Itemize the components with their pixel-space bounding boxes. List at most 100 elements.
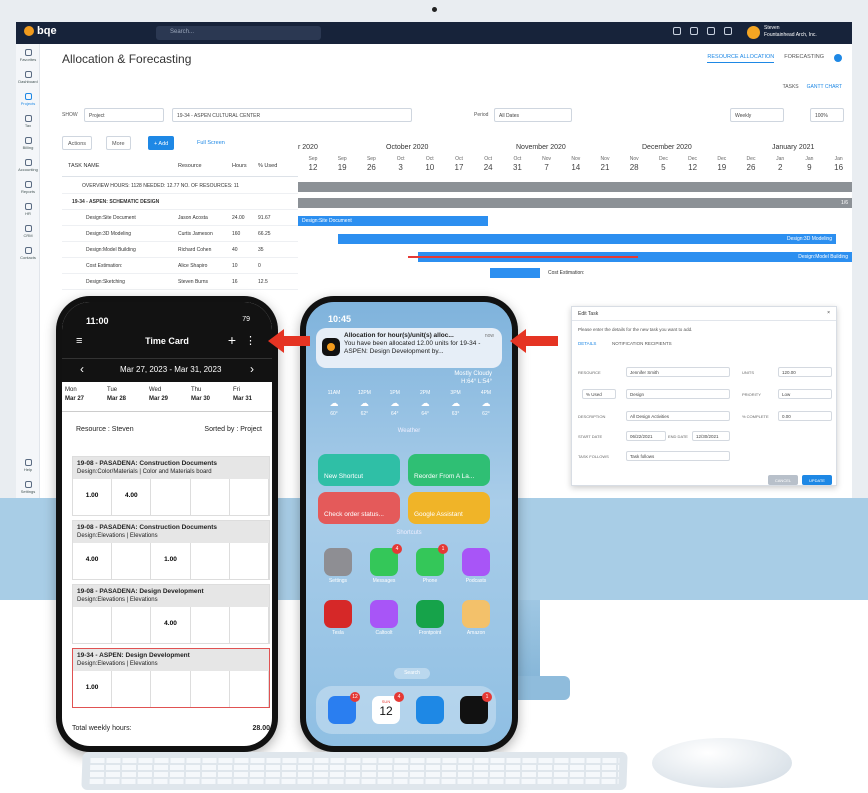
- fullscreen-button[interactable]: Full Screen: [192, 136, 230, 150]
- subtab-gantt[interactable]: GANTT CHART: [807, 84, 842, 90]
- table-row[interactable]: Design:Site Document Jason Acosta 24.00 91.…: [62, 210, 298, 226]
- share-icon[interactable]: [834, 54, 842, 62]
- table-row[interactable]: Design:Model Building Richard Cohen 40 35: [62, 242, 298, 258]
- timecard-entry[interactable]: 19-34 - ASPEN: Design Development Design:…: [72, 648, 270, 708]
- zoom-select[interactable]: 100%: [810, 108, 844, 122]
- cost-bar[interactable]: [490, 268, 540, 278]
- sidebar-item[interactable]: Billing: [16, 132, 40, 154]
- overview-bar[interactable]: [298, 182, 852, 192]
- sort-text[interactable]: Sorted by : Project: [204, 426, 262, 433]
- shortcut-tile[interactable]: New Shortcut: [318, 454, 400, 486]
- chat-icon[interactable]: [707, 27, 715, 35]
- subtab-tasks[interactable]: TASKS: [783, 84, 799, 90]
- shortcut-tile[interactable]: Check order status...: [318, 492, 400, 524]
- project-select[interactable]: 19-34 - ASPEN CULTURAL CENTER: [172, 108, 412, 122]
- close-icon[interactable]: ×: [827, 310, 830, 316]
- priority-select[interactable]: Low: [778, 389, 832, 399]
- period-select[interactable]: All Dates: [494, 108, 572, 122]
- more-button[interactable]: More: [106, 136, 131, 150]
- sidebar-item[interactable]: Contacts: [16, 242, 40, 264]
- overview-row[interactable]: OVERVIEW HOURS: 1128 NEEDED: 12.77 NO. O…: [62, 178, 298, 194]
- tab-notification-recipients[interactable]: NOTIFICATION RECIPIENTS: [612, 341, 672, 346]
- app-icon-frontpoint[interactable]: [416, 600, 444, 628]
- update-button[interactable]: UPDATE: [802, 475, 832, 485]
- prev-week-icon[interactable]: ‹: [80, 362, 84, 376]
- actions-button[interactable]: Actions: [62, 136, 93, 150]
- hours-cell[interactable]: [230, 543, 270, 579]
- sidebar-item[interactable]: Tax: [16, 110, 40, 132]
- hours-cell[interactable]: 4.00: [151, 607, 191, 643]
- hours-cell[interactable]: [191, 671, 230, 707]
- sidebar-item[interactable]: CRM: [16, 220, 40, 242]
- hours-cell[interactable]: [230, 607, 270, 643]
- description-field[interactable]: All Design Activities: [626, 411, 730, 421]
- units-field[interactable]: 120.00: [778, 367, 832, 377]
- table-row[interactable]: Design:3D Modeling Curtis Jameson 160 66.25: [62, 226, 298, 242]
- sidebar-item[interactable]: Settings: [16, 476, 40, 498]
- more-icon[interactable]: ⋮: [245, 334, 256, 347]
- table-row[interactable]: Cost Estimation: Alice Shapiro 10 0: [62, 258, 298, 274]
- add-button[interactable]: + Add: [148, 136, 175, 150]
- modeling-bar[interactable]: Design:3D Modeling: [338, 234, 836, 244]
- hours-cell[interactable]: [112, 671, 152, 707]
- shortcut-tile[interactable]: Google Assistant: [408, 492, 490, 524]
- hours-cell[interactable]: [112, 543, 152, 579]
- app-icon-amazon[interactable]: [462, 600, 490, 628]
- timer-icon[interactable]: [724, 27, 732, 35]
- hours-cell[interactable]: [151, 671, 191, 707]
- app-icon-settings[interactable]: [324, 548, 352, 576]
- group-bar[interactable]: 1/6: [298, 198, 852, 208]
- hours-cell[interactable]: [191, 607, 230, 643]
- start-date-field[interactable]: 06/22/2021: [626, 431, 666, 441]
- push-notification[interactable]: Allocation for hour(s)/unit(s) alloc... …: [316, 328, 502, 368]
- next-week-icon[interactable]: ›: [250, 362, 254, 376]
- show-select[interactable]: Project: [84, 108, 164, 122]
- sidebar-item[interactable]: Favorites: [16, 44, 40, 66]
- app-icon-podcasts[interactable]: [462, 548, 490, 576]
- hours-cell[interactable]: [73, 607, 113, 643]
- unit-type-select[interactable]: % Used: [582, 389, 616, 399]
- resource-field[interactable]: Jennifer Smith: [626, 367, 730, 377]
- hours-cell[interactable]: [112, 607, 152, 643]
- hours-cell[interactable]: 4.00: [112, 479, 152, 515]
- user-info[interactable]: Steven Fountainhead Arch, Inc.: [764, 25, 844, 39]
- spotlight-search[interactable]: Search: [394, 668, 430, 679]
- sidebar-item[interactable]: HR: [16, 198, 40, 220]
- sidebar-item[interactable]: Dashboard: [16, 66, 40, 88]
- notification-icon[interactable]: [673, 27, 681, 35]
- hours-cell[interactable]: 4.00: [73, 543, 113, 579]
- hours-cell[interactable]: 1.00: [73, 671, 113, 707]
- shortcut-tile[interactable]: Reorder From A La...: [408, 454, 490, 486]
- hours-cell[interactable]: 1.00: [73, 479, 113, 515]
- tab-forecasting[interactable]: FORECASTING: [784, 54, 824, 63]
- app-logo[interactable]: bqe: [24, 25, 57, 37]
- hours-cell[interactable]: 1.00: [151, 543, 191, 579]
- sidebar-item[interactable]: Projects: [16, 88, 40, 110]
- table-row[interactable]: Design:Sketching Steven Burns 16 12.5: [62, 274, 298, 290]
- sidebar-item[interactable]: Help: [16, 454, 40, 476]
- type-select[interactable]: Design: [626, 389, 730, 399]
- hours-cell[interactable]: [151, 479, 191, 515]
- sidebar-item[interactable]: Accounting: [16, 154, 40, 176]
- cancel-button[interactable]: CANCEL: [768, 475, 798, 485]
- tab-details[interactable]: DETAILS: [578, 341, 596, 346]
- tab-resource-allocation[interactable]: RESOURCE ALLOCATION: [707, 54, 775, 63]
- hours-cell[interactable]: [230, 671, 270, 707]
- dock-icon-safari[interactable]: [416, 696, 444, 724]
- hours-cell[interactable]: [191, 543, 230, 579]
- global-search[interactable]: Search...: [156, 26, 321, 40]
- add-icon[interactable]: +: [228, 332, 236, 348]
- follows-select[interactable]: Task follows: [626, 451, 730, 461]
- timecard-entry[interactable]: 19-08 - PASADENA: Construction Documents…: [72, 520, 270, 580]
- complete-field[interactable]: 0.00: [778, 411, 832, 421]
- timecard-entry[interactable]: 19-08 - PASADENA: Design Development Desi…: [72, 584, 270, 644]
- timecard-entry[interactable]: 19-08 - PASADENA: Construction Documents…: [72, 456, 270, 516]
- hours-cell[interactable]: [230, 479, 270, 515]
- hours-cell[interactable]: [191, 479, 230, 515]
- avatar[interactable]: [747, 26, 760, 39]
- app-icon-caltoolt[interactable]: [370, 600, 398, 628]
- calendar-icon[interactable]: [690, 27, 698, 35]
- end-date-field[interactable]: 12/30/2021: [692, 431, 730, 441]
- app-icon-tesla[interactable]: [324, 600, 352, 628]
- group-row[interactable]: 19-34 - ASPEN: SCHEMATIC DESIGN: [62, 194, 298, 210]
